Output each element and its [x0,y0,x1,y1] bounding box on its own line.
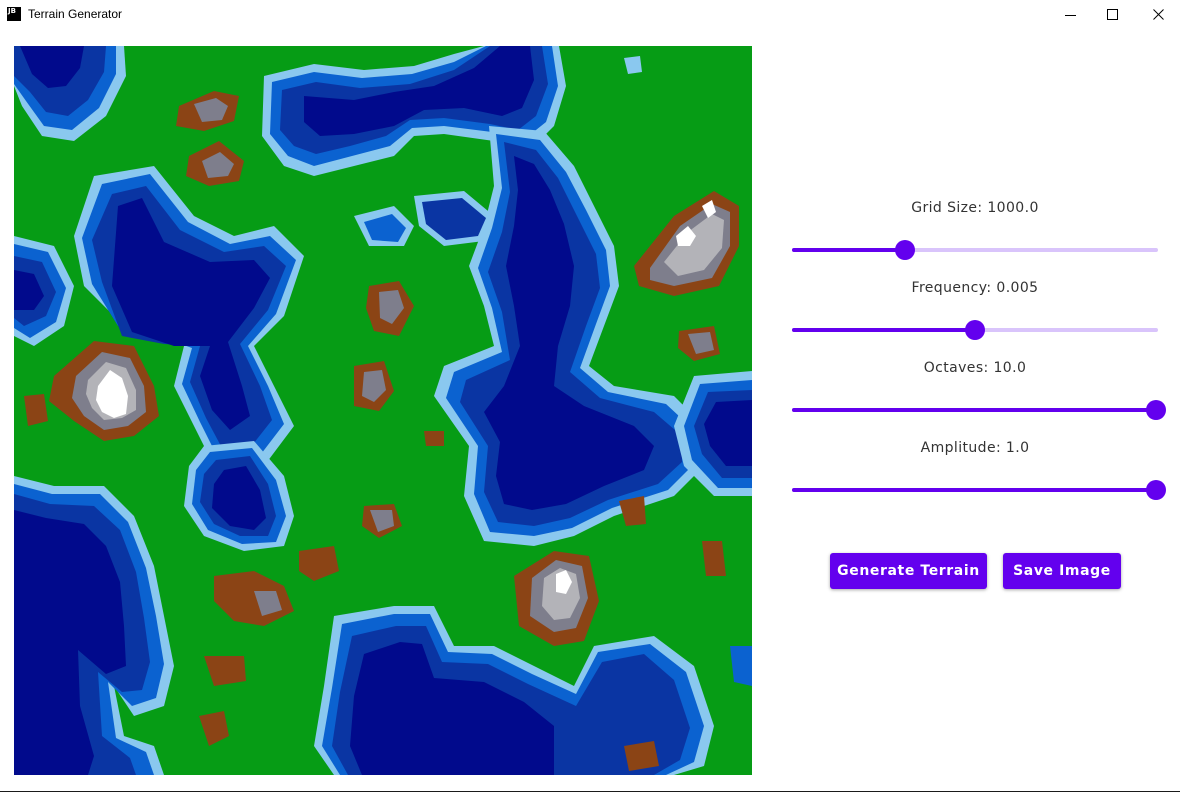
grid-size-label: Grid Size: 1000.0 [911,200,1039,216]
generate-terrain-button[interactable]: Generate Terrain [830,553,987,589]
frequency-label: Frequency: 0.005 [911,280,1039,296]
grid-size-slider[interactable] [792,240,1158,260]
maximize-button[interactable] [1090,0,1136,30]
app-logo-text: JB [8,7,16,15]
frequency-slider[interactable] [792,320,1158,340]
amplitude-slider-group: Amplitude: 1.0 [792,440,1166,500]
close-icon [1153,9,1164,20]
slider-thumb[interactable] [1146,480,1166,500]
slider-track-fill [792,488,1158,492]
minimize-icon [1065,15,1076,16]
maximize-icon [1107,9,1118,20]
title-bar[interactable]: JB Terrain Generator [0,0,1180,30]
terrain-map-image [14,46,752,775]
app-window: JB Terrain Generator Grid Size: 1000.0 F… [0,0,1180,792]
slider-track-fill [792,328,975,332]
terrain-map-canvas [14,46,752,775]
close-button[interactable] [1136,0,1180,30]
octaves-label: Octaves: 10.0 [923,360,1027,376]
octaves-slider-group: Octaves: 10.0 [792,360,1166,420]
frequency-slider-group: Frequency: 0.005 [792,280,1158,340]
minimize-button[interactable] [1048,0,1094,30]
amplitude-slider[interactable] [792,480,1166,500]
app-logo-icon: JB [7,7,21,21]
amplitude-label: Amplitude: 1.0 [920,440,1030,456]
octaves-slider[interactable] [792,400,1166,420]
slider-thumb[interactable] [895,240,915,260]
slider-thumb[interactable] [965,320,985,340]
grid-size-slider-group: Grid Size: 1000.0 [792,200,1158,260]
window-title: Terrain Generator [28,7,123,21]
slider-track-fill [792,248,905,252]
save-image-button[interactable]: Save Image [1003,553,1121,589]
slider-thumb[interactable] [1146,400,1166,420]
slider-track-fill [792,408,1158,412]
